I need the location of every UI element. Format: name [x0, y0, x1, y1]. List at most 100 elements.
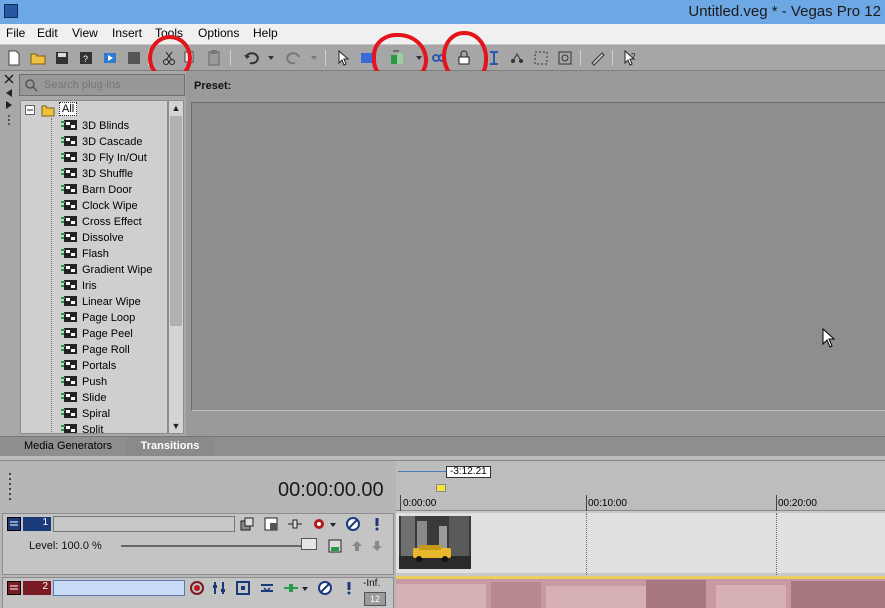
copy-icon[interactable] [182, 49, 200, 67]
make-compositing-child-icon[interactable] [287, 516, 303, 532]
preset-list[interactable] [191, 102, 885, 411]
tree-item[interactable]: Gradient Wipe [61, 262, 152, 278]
video-clip-thumbnail[interactable] [399, 516, 471, 569]
selection-tool-icon[interactable] [532, 49, 550, 67]
snapping-icon[interactable] [508, 49, 526, 67]
tree-item[interactable]: Slide [61, 390, 106, 406]
tree-item[interactable]: Clock Wipe [61, 198, 138, 214]
arm-record-icon[interactable] [189, 580, 205, 596]
audio-routing-icon[interactable] [283, 580, 299, 596]
automation-settings-icon[interactable] [259, 580, 275, 596]
auto-crossfades-icon[interactable] [430, 49, 448, 67]
tree-scrollbar[interactable]: ▲ ▼ [168, 100, 184, 434]
tab-transitions[interactable]: Transitions [126, 437, 214, 456]
track-menu-icon[interactable] [7, 581, 21, 595]
tree-item[interactable]: Cross Effect [61, 214, 142, 230]
audio-fx-icon[interactable] [211, 580, 227, 596]
audio-track-header[interactable]: 2 -Inf. 12 [2, 577, 394, 608]
envelope-tool-icon[interactable] [358, 49, 376, 67]
whats-this-help-icon[interactable]: ? [621, 49, 639, 67]
tree-item[interactable]: Page Peel [61, 326, 133, 342]
move-up-icon[interactable] [349, 538, 365, 554]
online-help-icon[interactable] [589, 49, 607, 67]
undo-dropdown-icon[interactable] [262, 49, 280, 67]
save-as-icon[interactable]: ? [77, 49, 95, 67]
track-fx-dropdown-icon[interactable] [326, 516, 342, 532]
track-menu-icon[interactable] [7, 517, 21, 531]
tree-item[interactable]: Page Roll [61, 342, 130, 358]
parent-composite-icon[interactable] [263, 516, 279, 532]
tree-item[interactable]: Split [61, 422, 103, 433]
search-input[interactable] [44, 78, 182, 92]
audio-track-lane[interactable] [396, 576, 885, 608]
toolbar-separator [612, 50, 613, 66]
menu-help[interactable]: Help [253, 26, 278, 40]
collapse-icon[interactable] [25, 105, 35, 115]
track-fx-icon[interactable] [311, 516, 327, 532]
auto-ripple-dropdown-icon[interactable] [410, 49, 428, 67]
menu-edit[interactable]: Edit [37, 26, 58, 40]
timeline-area[interactable]: -3:12.21 0:00:00 00:10:00 00:20:00 [396, 460, 885, 608]
scroll-down-icon[interactable]: ▼ [169, 419, 183, 433]
menu-options[interactable]: Options [198, 26, 239, 40]
level-slider-track[interactable] [121, 545, 311, 547]
tree-item[interactable]: 3D Shuffle [61, 166, 133, 182]
mute-icon[interactable] [317, 580, 333, 596]
tree-item[interactable]: Portals [61, 358, 116, 374]
video-track-header[interactable]: 1 Level: 100.0 % [2, 513, 394, 575]
open-folder-icon[interactable] [29, 49, 47, 67]
tree-item[interactable]: Flash [61, 246, 109, 262]
scroll-up-icon[interactable]: ▲ [169, 101, 183, 115]
level-slider-thumb[interactable] [301, 538, 317, 550]
compositing-mode-icon[interactable] [327, 538, 343, 554]
grip-icon[interactable] [5, 471, 17, 501]
tree-item[interactable]: 3D Fly In/Out [61, 150, 147, 166]
properties-icon[interactable] [125, 49, 143, 67]
tree-item[interactable]: Iris [61, 278, 97, 294]
tree-item[interactable]: Dissolve [61, 230, 124, 246]
tree-item[interactable]: Push [61, 374, 107, 390]
redo-icon[interactable] [285, 49, 303, 67]
lock-envelopes-icon[interactable] [455, 49, 473, 67]
invert-phase-icon[interactable] [235, 580, 251, 596]
solo-icon[interactable] [341, 580, 357, 596]
menu-insert[interactable]: Insert [112, 26, 142, 40]
new-file-icon[interactable] [5, 49, 23, 67]
normal-edit-tool-icon[interactable] [335, 49, 353, 67]
track-name-field[interactable] [53, 516, 235, 532]
tree-item[interactable]: 3D Blinds [61, 118, 129, 134]
undo-icon[interactable] [242, 49, 260, 67]
audio-routing-dropdown-icon[interactable] [298, 580, 314, 596]
time-ruler[interactable]: -3:12.21 0:00:00 00:10:00 00:20:00 [396, 461, 885, 511]
move-down-icon[interactable] [369, 538, 385, 554]
save-icon[interactable] [53, 49, 71, 67]
dock-controls-icon[interactable] [0, 71, 18, 131]
paste-icon[interactable] [205, 49, 223, 67]
tree-item[interactable]: Linear Wipe [61, 294, 141, 310]
mute-icon[interactable] [345, 516, 361, 532]
scroll-thumb[interactable] [170, 116, 182, 326]
zoom-tool-icon[interactable] [556, 49, 574, 67]
search-box[interactable] [19, 74, 185, 96]
loop-region-bar[interactable] [398, 471, 446, 472]
video-track-lane[interactable] [396, 513, 885, 573]
cut-icon[interactable] [160, 49, 178, 67]
auto-ripple-icon[interactable] [388, 49, 406, 67]
tab-media-generators[interactable]: Media Generators [12, 437, 124, 456]
tree-item[interactable]: Barn Door [61, 182, 132, 198]
render-icon[interactable] [101, 49, 119, 67]
solo-icon[interactable] [369, 516, 385, 532]
ignore-event-grouping-icon[interactable] [485, 49, 503, 67]
track-name-field[interactable] [53, 580, 185, 596]
tree-item[interactable]: 3D Cascade [61, 134, 143, 150]
track-list: 00:00:00.00 1 Level: 100.0 % 2 -Inf. 12 [0, 460, 396, 608]
tree-item[interactable]: Spiral [61, 406, 110, 422]
redo-dropdown-icon[interactable] [305, 49, 323, 67]
tree-item[interactable]: Page Loop [61, 310, 135, 326]
menu-tools[interactable]: Tools [155, 26, 183, 40]
menu-view[interactable]: View [72, 26, 98, 40]
marker-flag-icon[interactable] [436, 484, 446, 492]
menu-file[interactable]: File [6, 26, 25, 40]
track-motion-icon[interactable] [239, 516, 255, 532]
plugin-tree[interactable]: All 3D Blinds 3D Cascade 3D Fly In/Out 3… [20, 100, 168, 434]
